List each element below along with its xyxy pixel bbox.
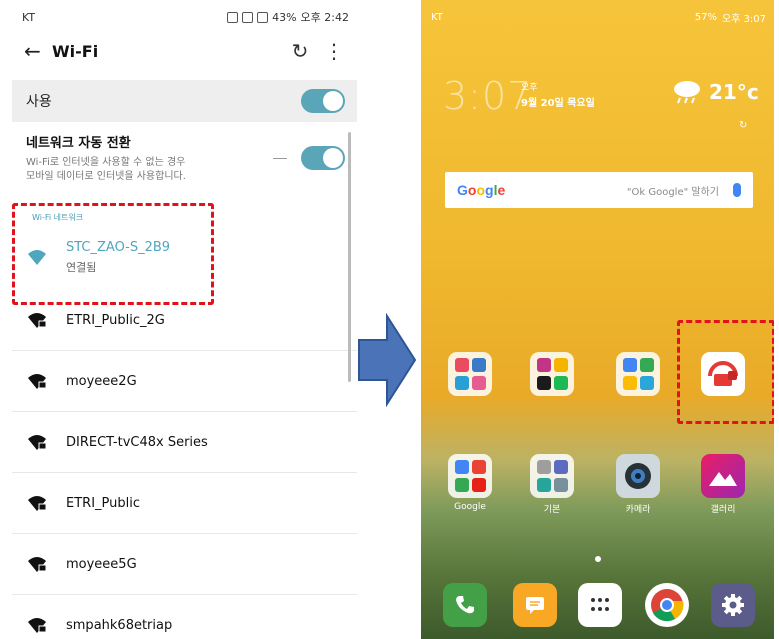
apps-grid-icon[interactable] bbox=[578, 583, 622, 627]
divider bbox=[273, 157, 287, 159]
network-row[interactable]: DIRECT-tvC48x Series bbox=[12, 412, 357, 473]
mic-icon[interactable] bbox=[733, 183, 741, 197]
clock-ampm: 오후 bbox=[521, 83, 538, 93]
back-arrow-icon[interactable]: ← bbox=[24, 39, 52, 63]
camera-icon bbox=[616, 454, 660, 498]
network-row[interactable]: ETRI_Public bbox=[12, 473, 357, 534]
weather-refresh-icon[interactable]: ↻ bbox=[739, 120, 747, 131]
network-name: smpahk68etriap bbox=[66, 617, 173, 633]
network-name: moyeee5G bbox=[66, 556, 137, 572]
clock-date: 9월 20일 목요일 bbox=[521, 98, 595, 109]
transition-arrow-icon bbox=[358, 312, 417, 408]
auto-switch-title: 네트워크 자동 전환 bbox=[26, 136, 131, 151]
network-name: moyeee2G bbox=[66, 373, 137, 389]
wifi-lock-icon bbox=[26, 493, 48, 513]
network-row[interactable]: moyeee5G bbox=[12, 534, 357, 595]
auto-switch-row[interactable]: 네트워크 자동 전환 Wi-Fi로 인터넷을 사용할 수 없는 경우 모바일 데… bbox=[12, 122, 357, 382]
status-bar: KT 57% 오후 3:07 bbox=[421, 0, 774, 34]
search-hint: "Ok Google" 말하기 bbox=[626, 186, 719, 198]
notification-icon bbox=[242, 11, 254, 23]
alarm-icon bbox=[227, 11, 239, 23]
wifi-lock-icon bbox=[26, 554, 48, 574]
battery-level: 57% bbox=[694, 11, 717, 23]
status-bar: KT 43% 오후 2:42 bbox=[12, 0, 357, 34]
network-name: ETRI_Public bbox=[66, 495, 140, 511]
phone-icon[interactable] bbox=[443, 583, 487, 627]
highlight-box-app bbox=[677, 320, 774, 424]
gallery-icon bbox=[701, 454, 745, 498]
battery-level: 43% bbox=[272, 10, 297, 24]
app-camera[interactable]: 카메라 bbox=[606, 454, 670, 515]
status-time: 오후 3:07 bbox=[721, 13, 766, 25]
page-indicator bbox=[595, 556, 601, 562]
network-name: ETRI_Public_2G bbox=[66, 312, 165, 328]
messages-icon[interactable] bbox=[513, 583, 557, 627]
wifi-lock-icon bbox=[26, 371, 48, 391]
app-label: 갤러리 bbox=[710, 505, 736, 515]
auto-switch-toggle[interactable] bbox=[301, 146, 345, 170]
app-folder-2[interactable] bbox=[520, 352, 584, 400]
network-row[interactable]: moyeee2G bbox=[12, 351, 357, 412]
auto-switch-description: Wi-Fi로 인터넷을 사용할 수 없는 경우 모바일 데이터로 인터넷을 사용… bbox=[26, 157, 186, 182]
app-folder-google[interactable]: Google bbox=[438, 454, 502, 512]
app-folder-1[interactable] bbox=[438, 352, 502, 400]
google-logo: Google bbox=[457, 182, 506, 198]
more-options-icon[interactable]: ⋮ bbox=[317, 39, 351, 63]
app-header: ← Wi-Fi ↻ ⋮ bbox=[12, 34, 357, 68]
temperature: 21°c bbox=[709, 80, 759, 104]
app-folder-basic[interactable]: 기본 bbox=[520, 454, 584, 515]
wifi-lock-icon bbox=[26, 615, 48, 635]
folder-icon bbox=[448, 352, 492, 396]
settings-icon[interactable] bbox=[711, 583, 755, 627]
app-label: 카메라 bbox=[625, 505, 651, 515]
google-folder-icon bbox=[448, 454, 492, 498]
home-screen: KT 57% 오후 3:07 3:07 오후 9월 20일 목요일 21°c ↻… bbox=[421, 0, 774, 639]
network-row[interactable]: smpahk68etriap bbox=[12, 595, 357, 639]
google-search-bar[interactable]: Google "Ok Google" 말하기 bbox=[445, 172, 753, 208]
chrome-icon[interactable] bbox=[645, 583, 689, 627]
carrier-label: KT bbox=[431, 11, 443, 23]
network-name: DIRECT-tvC48x Series bbox=[66, 434, 208, 450]
wifi-status-icon bbox=[257, 11, 269, 23]
app-folder-3[interactable] bbox=[606, 352, 670, 400]
wifi-settings-screen: KT 43% 오후 2:42 ← Wi-Fi ↻ ⋮ 사용 네트워크 자동 전환… bbox=[12, 0, 357, 639]
highlight-box-connected-network bbox=[12, 203, 214, 305]
app-gallery[interactable]: 갤러리 bbox=[691, 454, 755, 515]
folder-icon bbox=[530, 352, 574, 396]
app-label: 기본 bbox=[543, 505, 561, 515]
tools-folder-icon bbox=[530, 454, 574, 498]
wifi-use-label: 사용 bbox=[26, 94, 52, 110]
status-icons: 43% 오후 2:42 bbox=[227, 9, 349, 25]
wifi-use-row[interactable]: 사용 bbox=[12, 80, 357, 122]
wifi-lock-icon bbox=[26, 310, 48, 330]
clock-widget[interactable]: 3:07 bbox=[443, 74, 532, 118]
status-time: 오후 2:42 bbox=[300, 11, 349, 24]
scrollbar[interactable] bbox=[348, 132, 351, 382]
wifi-toggle[interactable] bbox=[301, 89, 345, 113]
app-label: Google bbox=[454, 502, 486, 512]
page-title: Wi-Fi bbox=[52, 41, 99, 61]
cloud-rain-icon[interactable] bbox=[671, 78, 703, 104]
folder-icon bbox=[616, 352, 660, 396]
refresh-button[interactable]: ↻ bbox=[283, 39, 317, 63]
carrier-label: KT bbox=[22, 10, 36, 24]
wifi-lock-icon bbox=[26, 432, 48, 452]
